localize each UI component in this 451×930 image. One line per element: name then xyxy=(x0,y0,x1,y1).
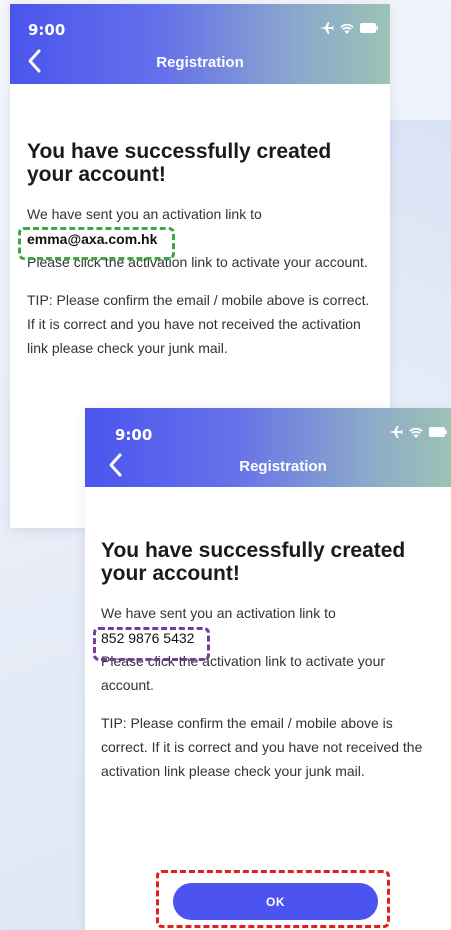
wifi-icon xyxy=(409,427,423,438)
app-header: 9:00 Registration xyxy=(10,4,390,84)
app-header: 9:00 Registration xyxy=(85,408,451,487)
ok-button-highlight-box xyxy=(156,870,390,928)
battery-icon xyxy=(429,427,447,437)
status-icons xyxy=(320,22,378,34)
registration-screen-mobile: 9:00 Registration You have successfully … xyxy=(85,408,451,930)
confirmation-content: You have successfully created your accou… xyxy=(10,84,390,360)
tip-text: TIP: Please confirm the email / mobile a… xyxy=(27,292,370,356)
nav-title: Registration xyxy=(239,458,327,475)
wifi-icon xyxy=(340,23,354,34)
airplane-icon xyxy=(389,426,403,438)
mobile-highlight-box xyxy=(93,627,210,661)
tip-text: TIP: Please confirm the email / mobile a… xyxy=(101,715,423,779)
nav-title: Registration xyxy=(156,54,244,71)
status-time: 9:00 xyxy=(115,426,153,444)
airplane-icon xyxy=(320,22,334,34)
status-time: 9:00 xyxy=(28,21,66,39)
sent-text: We have sent you an activation link to xyxy=(101,605,336,621)
status-icons xyxy=(389,426,447,438)
success-headline: You have successfully created your accou… xyxy=(101,539,406,585)
battery-icon xyxy=(360,23,378,33)
sent-text: We have sent you an activation link to xyxy=(27,206,262,222)
email-highlight-box xyxy=(18,227,175,260)
success-headline: You have successfully created your accou… xyxy=(27,140,332,186)
